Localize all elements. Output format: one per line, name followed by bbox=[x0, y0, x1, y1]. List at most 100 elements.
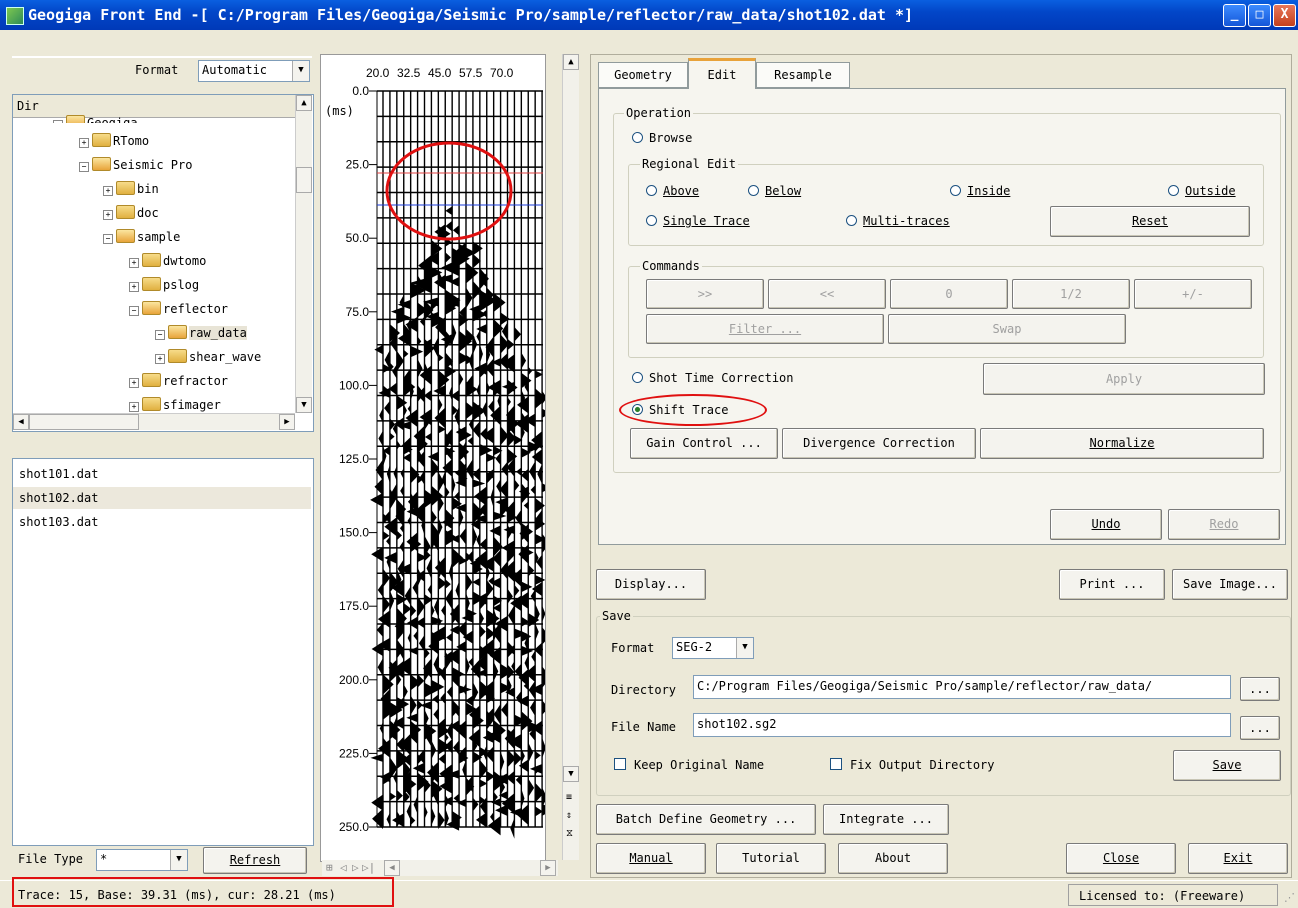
tree-item-raw-data[interactable]: − raw_data bbox=[155, 325, 247, 340]
collapse-icon[interactable]: − bbox=[103, 234, 113, 244]
scroll-up-icon[interactable]: ▲ bbox=[563, 54, 579, 70]
expand-icon[interactable]: + bbox=[129, 282, 139, 292]
integrate-button[interactable]: Integrate ... bbox=[823, 804, 949, 835]
shot-time-correction-radio[interactable]: Shot Time Correction bbox=[632, 371, 794, 385]
tree-item-pslog[interactable]: + pslog bbox=[129, 277, 199, 292]
browse-radio[interactable]: Browse bbox=[632, 131, 692, 145]
expand-icon[interactable]: + bbox=[129, 402, 139, 412]
reset-button[interactable]: Reset bbox=[1050, 206, 1250, 237]
scroll-thumb[interactable] bbox=[296, 167, 312, 193]
tree-item-rtomo[interactable]: + RTomo bbox=[79, 133, 149, 148]
save-image-button[interactable]: Save Image... bbox=[1172, 569, 1288, 600]
tree-hscrollbar[interactable]: ◀ ▶ bbox=[13, 413, 295, 430]
directory-input[interactable]: C:/Program Files/Geogiga/Seismic Pro/sam… bbox=[693, 675, 1231, 699]
shift-trace-radio[interactable]: Shift Trace bbox=[632, 403, 728, 417]
tree-item-bin[interactable]: + bin bbox=[103, 181, 159, 196]
close-button[interactable]: Close bbox=[1066, 843, 1176, 874]
expand-icon[interactable]: + bbox=[103, 210, 113, 220]
below-radio[interactable]: Below bbox=[748, 184, 801, 198]
collapse-icon[interactable]: − bbox=[129, 306, 139, 316]
single-trace-radio[interactable]: Single Trace bbox=[646, 214, 750, 228]
normalize-button[interactable]: Normalize bbox=[980, 428, 1264, 459]
save-button[interactable]: Save bbox=[1173, 750, 1281, 781]
plot-nav-icon[interactable]: ◁ bbox=[340, 861, 347, 874]
directory-browse-button[interactable]: ... bbox=[1240, 677, 1280, 701]
tree-item-geogiga[interactable]: − Geogiga bbox=[53, 115, 138, 123]
exit-button[interactable]: Exit bbox=[1188, 843, 1288, 874]
plot-nav-icon[interactable]: ⊞ bbox=[326, 861, 333, 874]
file-list-item[interactable]: shot101.dat bbox=[13, 463, 311, 485]
file-name-browse-button[interactable]: ... bbox=[1240, 716, 1280, 740]
apply-button[interactable]: Apply bbox=[983, 363, 1265, 395]
expand-icon[interactable]: + bbox=[129, 378, 139, 388]
manual-button[interactable]: Manual bbox=[596, 843, 706, 874]
file-list-item[interactable]: shot102.dat bbox=[13, 487, 311, 509]
scroll-left-icon[interactable]: ◀ bbox=[13, 414, 29, 430]
collapse-icon[interactable]: − bbox=[53, 120, 63, 123]
expand-icon[interactable]: + bbox=[129, 258, 139, 268]
chevron-down-icon[interactable]: ▼ bbox=[736, 638, 753, 658]
scroll-right-icon[interactable]: ▶ bbox=[279, 414, 295, 430]
multi-traces-radio[interactable]: Multi-traces bbox=[846, 214, 950, 228]
dir-tree-panel[interactable]: Dir − Geogiga + RTomo − Seismic Pro + bin + doc − s… bbox=[12, 94, 314, 432]
zoom-controls[interactable]: ≡ ⇕ ⧖ bbox=[566, 789, 573, 843]
fix-output-directory-checkbox[interactable]: Fix Output Directory bbox=[830, 758, 995, 772]
expand-icon[interactable]: + bbox=[155, 354, 165, 364]
filter-button[interactable]: Filter ... bbox=[646, 314, 884, 344]
command-button[interactable]: +/- bbox=[1134, 279, 1252, 309]
tree-item-refractor[interactable]: + refractor bbox=[129, 373, 228, 388]
inside-radio[interactable]: Inside bbox=[950, 184, 1010, 198]
maximize-button[interactable]: □ bbox=[1248, 4, 1271, 27]
close-window-button[interactable]: X bbox=[1273, 4, 1296, 27]
command-button[interactable]: << bbox=[768, 279, 886, 309]
scroll-right-icon[interactable]: ▶ bbox=[540, 860, 556, 876]
file-name-input[interactable]: shot102.sg2 bbox=[693, 713, 1231, 737]
tree-item-reflector[interactable]: − reflector bbox=[129, 301, 228, 316]
keep-original-name-checkbox[interactable]: Keep Original Name bbox=[614, 758, 764, 772]
tree-item-shear-wave[interactable]: + shear_wave bbox=[155, 349, 261, 364]
seismic-plot[interactable]: 20.0 32.5 45.0 57.5 70.0 0.0 25.0 50.0 75.0 100.0… bbox=[320, 54, 554, 862]
outside-radio[interactable]: Outside bbox=[1168, 184, 1236, 198]
command-button[interactable]: >> bbox=[646, 279, 764, 309]
redo-button[interactable]: Redo bbox=[1168, 509, 1280, 540]
tree-item-sfimager[interactable]: + sfimager bbox=[129, 397, 221, 412]
hscroll-thumb[interactable] bbox=[29, 414, 139, 430]
display-button[interactable]: Display... bbox=[596, 569, 706, 600]
above-radio[interactable]: Above bbox=[646, 184, 699, 198]
file-list[interactable]: shot101.dat shot102.dat shot103.dat bbox=[12, 458, 314, 846]
divergence-correction-button[interactable]: Divergence Correction bbox=[782, 428, 976, 459]
plot-nav-icon[interactable]: ▷ bbox=[352, 861, 359, 874]
chevron-down-icon[interactable]: ▼ bbox=[170, 850, 187, 870]
collapse-icon[interactable]: − bbox=[155, 330, 165, 340]
scroll-down-icon[interactable]: ▼ bbox=[563, 766, 579, 782]
tab-geometry[interactable]: Geometry bbox=[598, 62, 688, 88]
tree-item-doc[interactable]: + doc bbox=[103, 205, 159, 220]
format-select[interactable]: Automatic ▼ bbox=[198, 60, 310, 82]
tree-item-dwtomo[interactable]: + dwtomo bbox=[129, 253, 206, 268]
tab-edit[interactable]: Edit bbox=[688, 58, 756, 89]
tree-vscrollbar[interactable]: ▲ ▼ bbox=[295, 95, 312, 413]
print-button[interactable]: Print ... bbox=[1059, 569, 1165, 600]
file-list-item[interactable]: shot103.dat bbox=[13, 511, 311, 533]
expand-icon[interactable]: + bbox=[79, 138, 89, 148]
chevron-down-icon[interactable]: ▼ bbox=[292, 61, 309, 81]
resize-grip-icon[interactable]: ⋰ bbox=[1284, 891, 1295, 904]
file-type-select[interactable]: * ▼ bbox=[96, 849, 188, 871]
scroll-left-icon[interactable]: ◀ bbox=[384, 860, 400, 876]
collapse-icon[interactable]: − bbox=[79, 162, 89, 172]
seismic-svg[interactable]: 20.0 32.5 45.0 57.5 70.0 0.0 25.0 50.0 75.0 100.0… bbox=[321, 55, 554, 861]
batch-define-geometry-button[interactable]: Batch Define Geometry ... bbox=[596, 804, 816, 835]
undo-button[interactable]: Undo bbox=[1050, 509, 1162, 540]
about-button[interactable]: About bbox=[838, 843, 948, 874]
save-format-select[interactable]: SEG-2 ▼ bbox=[672, 637, 754, 659]
tab-resample[interactable]: Resample bbox=[756, 62, 850, 88]
minimize-button[interactable]: _ bbox=[1223, 4, 1246, 27]
command-button[interactable]: 1/2 bbox=[1012, 279, 1130, 309]
plot-nav-icon[interactable]: ▷| bbox=[362, 861, 375, 874]
plot-vscrollbar[interactable]: ▲ ▼ ≡ ⇕ ⧖ bbox=[562, 54, 579, 860]
refresh-button[interactable]: Refresh bbox=[203, 847, 307, 874]
tutorial-button[interactable]: Tutorial bbox=[716, 843, 826, 874]
gain-control-button[interactable]: Gain Control ... bbox=[630, 428, 778, 459]
scroll-down-icon[interactable]: ▼ bbox=[296, 397, 312, 413]
command-button[interactable]: 0 bbox=[890, 279, 1008, 309]
